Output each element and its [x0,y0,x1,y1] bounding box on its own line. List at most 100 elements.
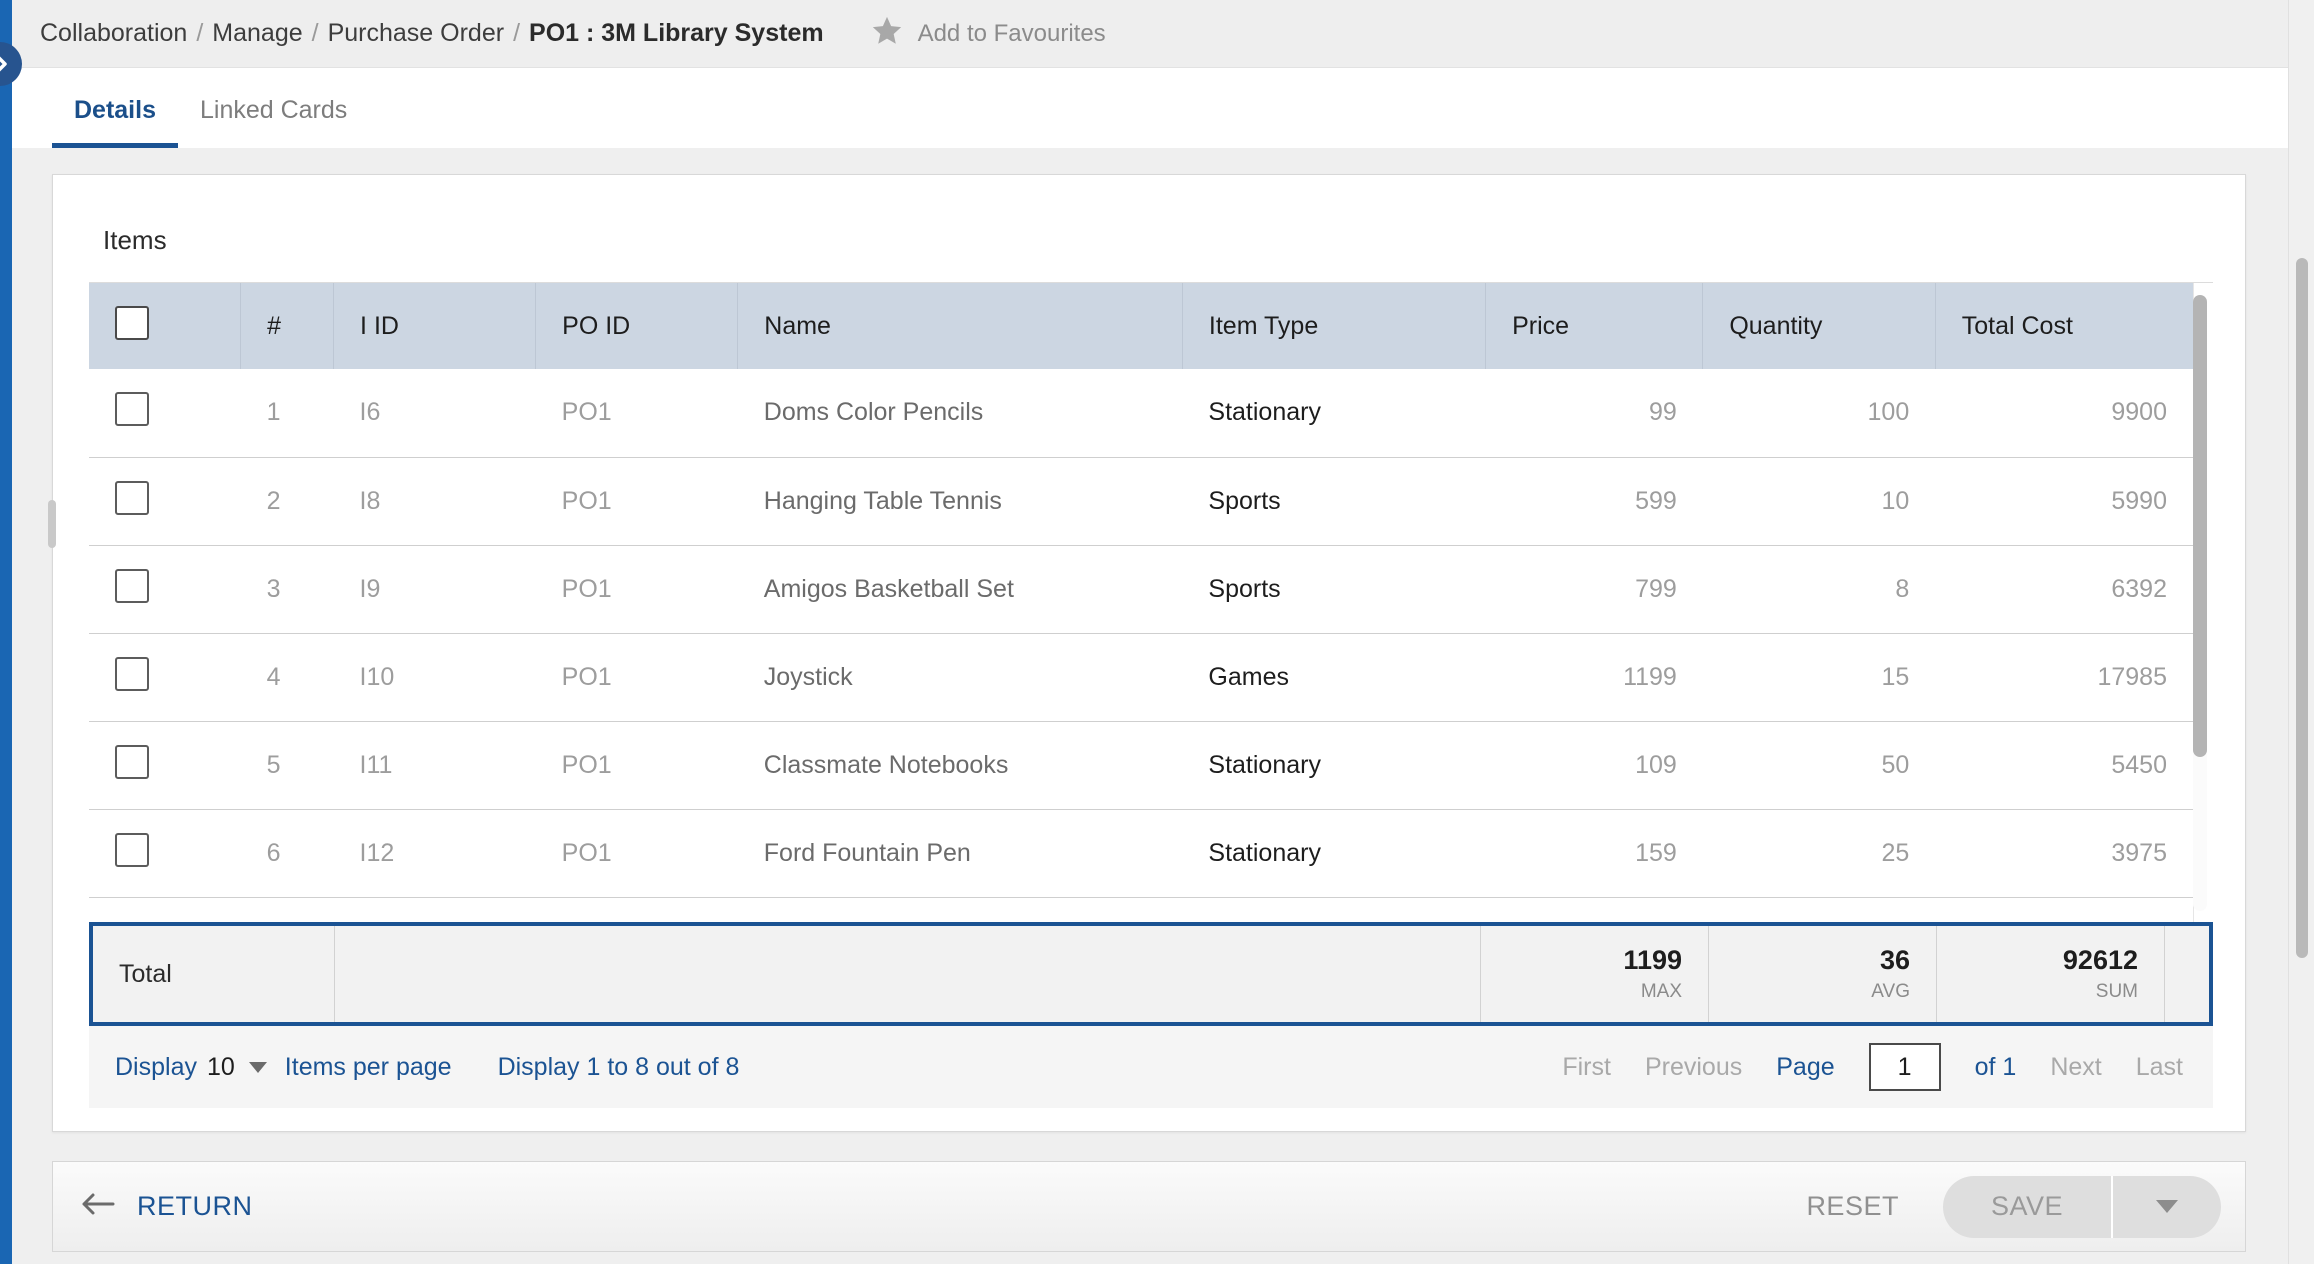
pagination-last-button[interactable]: Last [2136,1053,2183,1082]
page-number-input[interactable] [1868,1043,1941,1091]
cell-price: 1199 [1485,633,1703,722]
totals-end-padding [2165,926,2209,1022]
breadcrumb-separator: / [513,19,521,47]
items-table-head: # I ID PO ID Name Item Type Price Quanti… [89,283,2193,369]
column-header-name[interactable]: Name [737,283,1183,369]
row-checkbox[interactable] [115,568,149,603]
cell-total-cost: 5990 [1935,457,2193,546]
totals-spacer-cell [335,926,1481,1022]
row-select-cell [89,633,241,722]
cell-price: 159 [1485,809,1703,898]
row-select-cell [89,721,241,810]
cell-item-id: I9 [333,545,536,634]
cell-po-id: PO1 [535,369,738,458]
chevron-down-icon[interactable] [248,1061,267,1073]
column-header-price[interactable]: Price [1485,283,1704,369]
cell-name: Doms Color Pencils [737,369,1183,458]
cell-name: Joystick [737,633,1183,722]
column-header-item-id[interactable]: I ID [333,283,537,369]
arrow-left-icon [79,1191,117,1222]
cell-item-id: I8 [333,457,536,546]
cell-price: 99 [1485,369,1703,458]
reset-button[interactable]: RESET [1806,1191,1899,1222]
page-size-value[interactable]: 10 [207,1053,235,1082]
save-split-button: SAVE [1942,1175,2221,1238]
page-vertical-scrollbar[interactable] [2288,0,2314,1264]
cell-quantity: 15 [1702,633,1936,722]
table-row[interactable]: 3 I9 PO1 Amigos Basketball Set Sports 799 8 639… [89,545,2193,634]
totals-quantity-aggregate: AVG [1871,980,1910,1002]
cell-item-id: I10 [333,633,536,722]
add-to-favourites-button[interactable]: Add to Favourites [870,14,1106,53]
breadcrumb-item-collaboration[interactable]: Collaboration [40,19,187,48]
cell-po-id: PO1 [535,721,738,810]
totals-label: Total [119,959,172,988]
row-checkbox[interactable] [115,480,149,515]
table-row[interactable]: 5 I11 PO1 Classmate Notebooks Stationary 109 5… [89,721,2193,810]
add-to-favourites-label: Add to Favourites [917,19,1106,47]
cell-item-type: Stationary [1182,809,1486,898]
totals-total-cost-cell: 92612 SUM [1937,926,2165,1022]
star-icon [870,14,904,53]
display-label[interactable]: Display [115,1053,197,1082]
items-table: # I ID PO ID Name Item Type Price Quanti… [89,283,2193,898]
page-body: Items # I ID PO ID Name Item Type Price [12,148,2294,1151]
pagination-next-button[interactable]: Next [2050,1053,2101,1082]
totals-price-value: 1199 [1623,945,1682,976]
row-checkbox[interactable] [115,832,149,867]
items-heading: Items [103,225,167,255]
pagination-page-label: Page [1776,1052,1835,1081]
cell-number: 5 [240,721,334,810]
column-header-quantity[interactable]: Quantity [1702,283,1936,369]
column-header-item-type[interactable]: Item Type [1182,283,1487,369]
cell-number: 3 [240,545,334,634]
row-checkbox[interactable] [115,656,149,691]
pagination-first-button[interactable]: First [1562,1053,1611,1082]
display-range-label[interactable]: Display 1 to 8 out of 8 [498,1053,740,1082]
column-header-total-cost[interactable]: Total Cost [1935,283,2193,369]
cell-item-id: I11 [333,721,536,810]
cell-item-type: Stationary [1182,369,1486,458]
cell-quantity: 100 [1702,369,1936,458]
totals-price-aggregate: MAX [1640,980,1682,1002]
cell-name: Ford Fountain Pen [737,809,1183,898]
totals-price-cell: 1199 MAX [1481,926,1709,1022]
breadcrumb-item-manage[interactable]: Manage [212,19,302,48]
return-button[interactable]: RETURN [79,1191,253,1222]
row-select-cell [89,545,241,634]
table-scrollbar-thumb[interactable] [2193,295,2207,757]
table-row[interactable]: 4 I10 PO1 Joystick Games 1199 15 17985 [89,633,2193,722]
table-row[interactable]: 2 I8 PO1 Hanging Table Tennis Sports 599 10 599… [89,457,2193,546]
select-all-checkbox[interactable] [115,305,149,340]
column-header-number[interactable]: # [240,283,335,369]
cell-po-id: PO1 [535,457,738,546]
save-menu-button[interactable] [2111,1175,2221,1238]
caret-down-icon [2156,1200,2178,1213]
cell-quantity: 8 [1702,545,1936,634]
row-checkbox[interactable] [115,392,149,427]
rail-drag-handle[interactable] [48,500,56,548]
pagination-previous-button[interactable]: Previous [1645,1053,1742,1082]
table-row[interactable]: 6 I12 PO1 Ford Fountain Pen Stationary 159 25 3… [89,809,2193,898]
items-per-page-label[interactable]: Items per page [285,1053,452,1082]
page-scrollbar-thumb[interactable] [2296,258,2308,958]
totals-total-cost-aggregate: SUM [2095,980,2138,1002]
cell-quantity: 25 [1702,809,1936,898]
cell-name: Hanging Table Tennis [737,457,1183,546]
cell-total-cost: 3975 [1935,809,2193,898]
tab-linked-cards[interactable]: Linked Cards [178,96,369,148]
row-select-cell [89,369,241,458]
items-table-scroll-area: # I ID PO ID Name Item Type Price Quanti… [89,282,2213,922]
table-row[interactable]: 1 I6 PO1 Doms Color Pencils Stationary 99 100 9… [89,369,2193,458]
cell-item-type: Sports [1182,545,1486,634]
cell-po-id: PO1 [535,545,738,634]
action-bar: RETURN RESET SAVE [12,1151,2314,1264]
breadcrumb-bar: Collaboration / Manage / Purchase Order … [12,0,2314,68]
table-vertical-scrollbar[interactable] [2193,295,2207,911]
column-header-po-id[interactable]: PO ID [535,283,739,369]
row-checkbox[interactable] [115,744,149,779]
tab-details[interactable]: Details [52,96,178,148]
breadcrumb-item-purchase-order[interactable]: Purchase Order [328,19,504,48]
save-button[interactable]: SAVE [1942,1175,2111,1238]
totals-quantity-cell: 36 AVG [1709,926,1937,1022]
